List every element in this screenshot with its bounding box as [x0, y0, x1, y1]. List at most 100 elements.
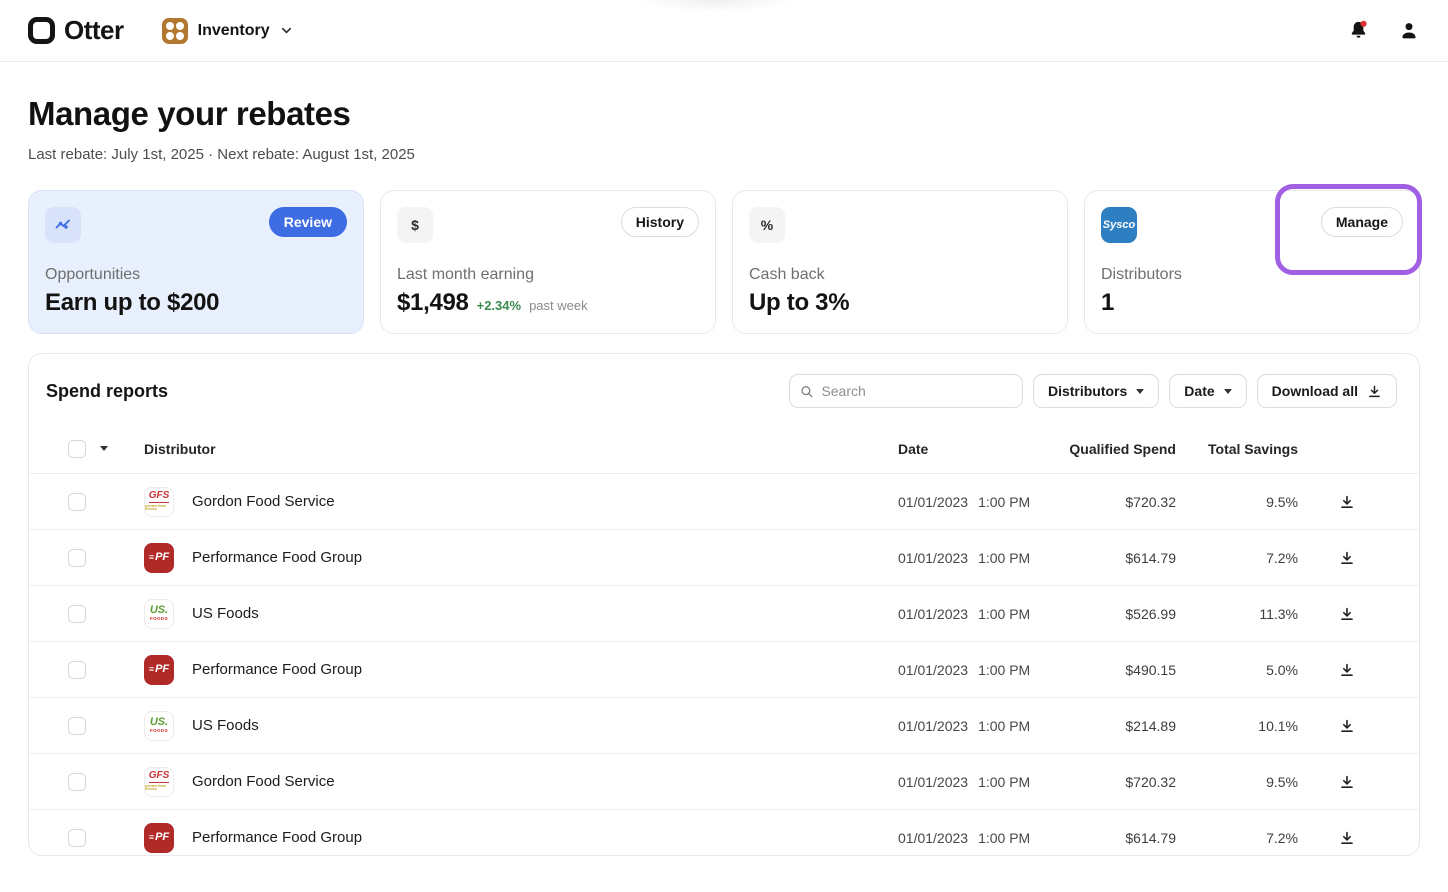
stat-cards: Review Opportunities Earn up to $200 $ H…: [28, 190, 1420, 334]
select-all-checkbox[interactable]: [68, 440, 86, 458]
otter-logo-icon: [28, 17, 55, 44]
distributors-count: 1: [1101, 289, 1403, 317]
gfs-logo: GFS gordon food service: [144, 487, 174, 517]
table-row: ≡PF Performance Food Group 01/01/2023 1:…: [29, 530, 1419, 586]
total-savings: 7.2%: [1176, 830, 1298, 846]
earning-label: Last month earning: [397, 266, 699, 284]
search-input[interactable]: [821, 383, 1012, 399]
select-menu-caret-icon[interactable]: [100, 446, 108, 451]
row-checkbox[interactable]: [68, 773, 86, 791]
row-checkbox[interactable]: [68, 829, 86, 847]
bell-icon: [1347, 19, 1370, 42]
table-row: ≡PF Performance Food Group 01/01/2023 1:…: [29, 642, 1419, 698]
row-download-button[interactable]: [1339, 550, 1355, 566]
qualified-spend: $720.32: [1058, 774, 1176, 790]
rebate-dates: Last rebate: July 1st, 2025 · Next rebat…: [28, 146, 1420, 163]
cashback-card: % Cash back Up to 3%: [732, 190, 1068, 334]
percent-icon: %: [749, 207, 785, 243]
opportunities-value: Earn up to $200: [45, 289, 347, 317]
table-row: US. FOODS US Foods 01/01/2023 1:00 PM $5…: [29, 586, 1419, 642]
report-time: 1:00 PM: [978, 662, 1030, 678]
distributor-name: US Foods: [192, 605, 259, 622]
row-download-button[interactable]: [1339, 830, 1355, 846]
opportunities-card: Review Opportunities Earn up to $200: [28, 190, 364, 334]
row-download-button[interactable]: [1339, 662, 1355, 678]
table-row: GFS gordon food service Gordon Food Serv…: [29, 754, 1419, 810]
distributor-name: Gordon Food Service: [192, 493, 335, 510]
pfg-logo: ≡PF: [144, 823, 174, 853]
qualified-spend: $614.79: [1058, 830, 1176, 846]
cashback-value: Up to 3%: [749, 289, 1051, 317]
report-time: 1:00 PM: [978, 718, 1030, 734]
spend-reports-title: Spend reports: [46, 381, 168, 402]
account-button[interactable]: [1398, 20, 1420, 42]
history-button[interactable]: History: [621, 207, 699, 237]
table-row: US. FOODS US Foods 01/01/2023 1:00 PM $2…: [29, 698, 1419, 754]
pfg-logo: ≡PF: [144, 543, 174, 573]
row-checkbox[interactable]: [68, 549, 86, 567]
cashback-label: Cash back: [749, 266, 1051, 284]
manage-button[interactable]: Manage: [1321, 207, 1403, 237]
usf-logo: US. FOODS: [144, 599, 174, 629]
date-filter[interactable]: Date: [1169, 374, 1246, 408]
row-download-button[interactable]: [1339, 494, 1355, 510]
brand-name: Otter: [64, 15, 124, 46]
row-checkbox[interactable]: [68, 605, 86, 623]
download-icon: [1339, 774, 1355, 790]
report-time: 1:00 PM: [978, 494, 1030, 510]
row-checkbox[interactable]: [68, 493, 86, 511]
distributor-name: Performance Food Group: [192, 829, 362, 846]
row-checkbox[interactable]: [68, 661, 86, 679]
download-all-label: Download all: [1272, 383, 1358, 399]
search-icon: [800, 384, 813, 399]
notifications-button[interactable]: [1347, 19, 1370, 42]
report-date: 01/01/2023: [898, 774, 968, 790]
download-all-button[interactable]: Download all: [1257, 374, 1397, 408]
row-download-button[interactable]: [1339, 774, 1355, 790]
chevron-down-icon: [280, 24, 293, 37]
date-filter-label: Date: [1184, 383, 1214, 399]
otter-brand[interactable]: Otter: [28, 15, 124, 46]
top-nav: Otter Inventory: [0, 0, 1448, 62]
row-checkbox[interactable]: [68, 717, 86, 735]
distributor-name: US Foods: [192, 717, 259, 734]
row-download-button[interactable]: [1339, 718, 1355, 734]
gfs-logo: GFS gordon food service: [144, 767, 174, 797]
qualified-spend: $614.79: [1058, 550, 1176, 566]
col-distributor: Distributor: [144, 441, 898, 457]
opportunities-label: Opportunities: [45, 266, 347, 284]
report-time: 1:00 PM: [978, 550, 1030, 566]
total-savings: 9.5%: [1176, 494, 1298, 510]
distributors-card: Sysco Manage Distributors 1: [1084, 190, 1420, 334]
distributor-name: Performance Food Group: [192, 661, 362, 678]
download-icon: [1339, 662, 1355, 678]
app-switcher[interactable]: Inventory: [162, 18, 293, 44]
search-box[interactable]: [789, 374, 1023, 408]
earning-delta-note: past week: [529, 298, 588, 313]
person-icon: [1398, 20, 1420, 42]
qualified-spend: $720.32: [1058, 494, 1176, 510]
report-time: 1:00 PM: [978, 774, 1030, 790]
row-download-button[interactable]: [1339, 606, 1355, 622]
col-total-savings: Total Savings: [1176, 441, 1298, 457]
spend-reports-card: Spend reports Distributors Date: [28, 353, 1420, 856]
qualified-spend: $526.99: [1058, 606, 1176, 622]
caret-down-icon: [1224, 389, 1232, 394]
report-time: 1:00 PM: [978, 830, 1030, 846]
dollar-icon: $: [397, 207, 433, 243]
distributor-name: Gordon Food Service: [192, 773, 335, 790]
distributor-name: Performance Food Group: [192, 549, 362, 566]
distributors-filter[interactable]: Distributors: [1033, 374, 1159, 408]
report-date: 01/01/2023: [898, 830, 968, 846]
download-icon: [1339, 606, 1355, 622]
table-header-row: Distributor Date Qualified Spend Total S…: [29, 424, 1419, 474]
download-icon: [1339, 830, 1355, 846]
review-button[interactable]: Review: [269, 207, 347, 237]
col-qualified-spend: Qualified Spend: [1058, 441, 1176, 457]
distributors-label: Distributors: [1101, 266, 1403, 284]
report-date: 01/01/2023: [898, 718, 968, 734]
main-content: Manage your rebates Last rebate: July 1s…: [0, 95, 1448, 856]
report-date: 01/01/2023: [898, 606, 968, 622]
table-row: ≡PF Performance Food Group 01/01/2023 1:…: [29, 810, 1419, 856]
total-savings: 11.3%: [1176, 606, 1298, 622]
